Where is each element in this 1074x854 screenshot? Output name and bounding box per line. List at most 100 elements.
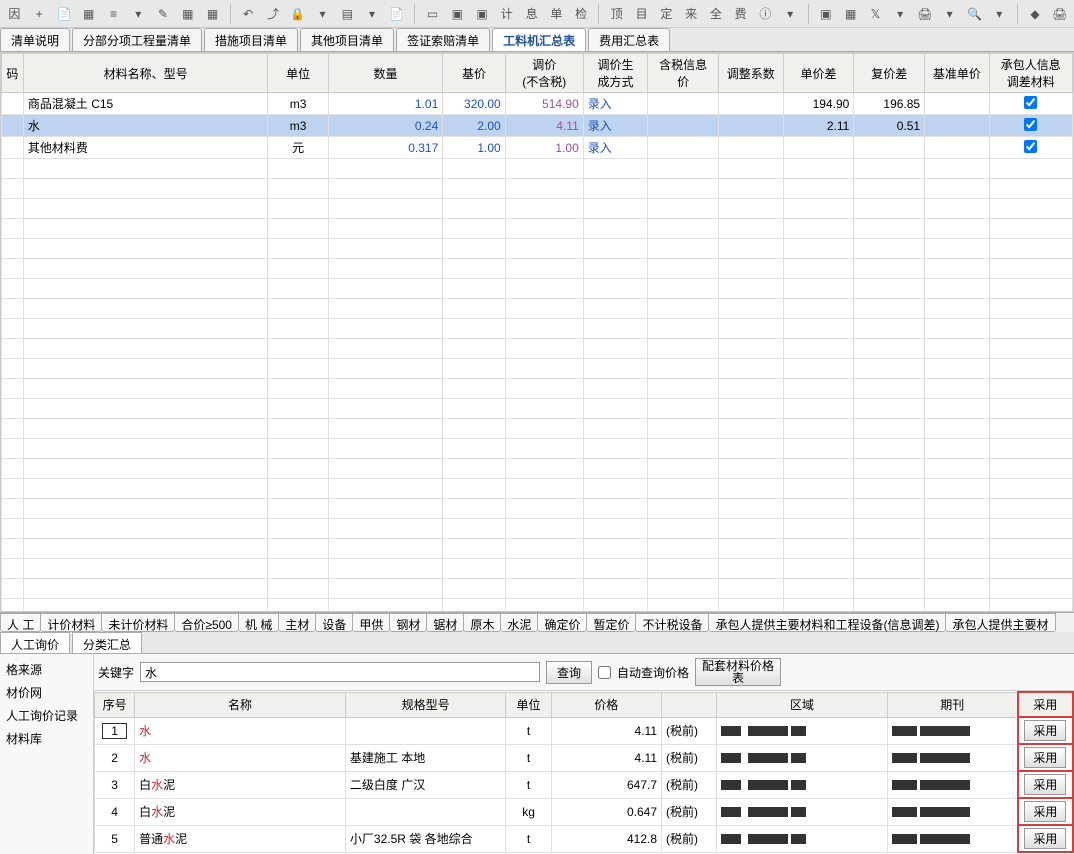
toolbar-icon[interactable]: 因 (4, 3, 25, 25)
toolbar-icon[interactable]: + (29, 3, 50, 25)
toolbar-icon[interactable]: 单 (546, 3, 567, 25)
result-header[interactable]: 序号 (95, 692, 135, 717)
adopt-button[interactable]: 采用 (1024, 801, 1066, 822)
column-header[interactable]: 复价差 (854, 54, 925, 93)
data-row[interactable]: 商品混凝土 C15m31.01320.00514.90录入194.90196.8… (2, 93, 1073, 115)
sub-tab[interactable]: 分类汇总 (72, 632, 142, 653)
result-row[interactable]: 1水t4.11(税前) 采用 (95, 717, 1074, 744)
toolbar-icon[interactable]: ◆ (1025, 3, 1046, 25)
toolbar-icon[interactable]: 全 (705, 3, 726, 25)
toolbar-icon[interactable]: 息 (521, 3, 542, 25)
filter-tab[interactable]: 锯材 (426, 613, 464, 632)
column-header[interactable]: 调价生 成方式 (583, 54, 648, 93)
toolbar-icon[interactable]: ▣ (472, 3, 493, 25)
toolbar-icon[interactable]: 计 (496, 3, 517, 25)
result-grid[interactable]: 序号名称规格型号单位价格区域期刊采用1水t4.11(税前) 采用2水基建施工 本… (94, 690, 1074, 854)
result-row[interactable]: 5普通水泥小厂32.5R 袋 各地综合t412.8(税前) 采用 (95, 825, 1074, 852)
sub-tab[interactable]: 人工询价 (0, 632, 70, 653)
filter-tab[interactable]: 合价≥500 (174, 613, 239, 632)
toolbar-icon[interactable]: 定 (656, 3, 677, 25)
column-header[interactable]: 调整系数 (719, 54, 784, 93)
data-row[interactable]: 水m30.242.004.11录入2.110.51 (2, 115, 1073, 137)
adopt-button[interactable]: 采用 (1024, 747, 1066, 768)
adjust-checkbox[interactable] (989, 137, 1072, 159)
toolbar-icon[interactable]: ✎ (153, 3, 174, 25)
adopt-button[interactable]: 采用 (1024, 720, 1066, 741)
toolbar-icon[interactable]: 费 (730, 3, 751, 25)
toolbar-icon[interactable]: ▭ (422, 3, 443, 25)
result-header[interactable]: 采用 (1018, 692, 1073, 717)
filter-tab[interactable]: 甲供 (352, 613, 390, 632)
tab[interactable]: 工料机汇总表 (492, 28, 586, 51)
column-header[interactable]: 基准单价 (925, 54, 990, 93)
toolbar-icon[interactable]: ▾ (890, 3, 911, 25)
tab[interactable]: 签证索赔清单 (396, 28, 490, 51)
result-row[interactable]: 2水基建施工 本地t4.11(税前) 采用 (95, 744, 1074, 771)
filter-tab[interactable]: 不计税设备 (635, 613, 709, 632)
toolbar-icon[interactable]: ▣ (447, 3, 468, 25)
tab[interactable]: 其他项目清单 (300, 28, 394, 51)
column-header[interactable]: 承包人信息 调差材料 (989, 54, 1072, 93)
toolbar-icon[interactable]: 🖨 (1049, 3, 1070, 25)
result-row[interactable]: 3白水泥二级白度 广汉t647.7(税前) 采用 (95, 771, 1074, 798)
main-data-grid[interactable]: 码材料名称、型号单位数量基价调价 (不含税)调价生 成方式含税信息 价调整系数单… (0, 52, 1074, 612)
adjust-checkbox[interactable] (989, 93, 1072, 115)
column-header[interactable]: 数量 (328, 54, 442, 93)
tab[interactable]: 费用汇总表 (588, 28, 670, 51)
toolbar-icon[interactable]: ▦ (78, 3, 99, 25)
adopt-button[interactable]: 采用 (1024, 828, 1066, 849)
data-row[interactable]: 其他材料费元0.3171.001.00录入 (2, 137, 1073, 159)
filter-tab[interactable]: 承包人提供主要材 (945, 613, 1055, 632)
result-row[interactable]: 4白水泥kg0.647(税前) 采用 (95, 798, 1074, 825)
toolbar-icon[interactable]: ≡ (103, 3, 124, 25)
filter-tab[interactable]: 人 工 (0, 613, 41, 632)
filter-tab[interactable]: 确定价 (537, 613, 587, 632)
result-header[interactable]: 单位 (506, 692, 551, 717)
adopt-button[interactable]: 采用 (1024, 774, 1066, 795)
toolbar-icon[interactable]: 🔍 (964, 3, 985, 25)
filter-tab[interactable]: 主材 (278, 613, 316, 632)
toolbar-icon[interactable]: ▾ (312, 3, 333, 25)
toolbar-icon[interactable]: ⓘ (755, 3, 776, 25)
toolbar-icon[interactable]: 来 (681, 3, 702, 25)
toolbar-icon[interactable]: 检 (571, 3, 592, 25)
toolbar-icon[interactable]: ▾ (780, 3, 801, 25)
toolbar-icon[interactable]: 📄 (386, 3, 407, 25)
toolbar-icon[interactable]: ↶ (238, 3, 259, 25)
toolbar-icon[interactable]: ▣ (815, 3, 836, 25)
result-header[interactable]: 规格型号 (345, 692, 506, 717)
result-header[interactable]: 期刊 (887, 692, 1017, 717)
tab[interactable]: 措施项目清单 (204, 28, 298, 51)
tree-item[interactable]: 材料库 (4, 727, 89, 750)
column-header[interactable]: 材料名称、型号 (23, 54, 268, 93)
toolbar-icon[interactable]: ⤴ (263, 3, 284, 25)
toolbar-icon[interactable]: ▾ (362, 3, 383, 25)
filter-tab[interactable]: 暂定价 (586, 613, 636, 632)
toolbar-icon[interactable]: ▾ (989, 3, 1010, 25)
toolbar-icon[interactable]: ▦ (177, 3, 198, 25)
filter-tab[interactable]: 计价材料 (40, 613, 102, 632)
auto-query-checkbox[interactable] (598, 666, 611, 679)
column-header[interactable]: 调价 (不含税) (505, 54, 583, 93)
result-header[interactable] (662, 692, 717, 717)
toolbar-icon[interactable]: ▦ (202, 3, 223, 25)
tab[interactable]: 清单说明 (0, 28, 70, 51)
toolbar-icon[interactable]: ▤ (337, 3, 358, 25)
filter-tab[interactable]: 水泥 (500, 613, 538, 632)
result-header[interactable]: 价格 (551, 692, 661, 717)
filter-tab[interactable]: 原木 (463, 613, 501, 632)
query-button[interactable]: 查询 (546, 661, 592, 684)
toolbar-icon[interactable]: 𝕏 (865, 3, 886, 25)
tree-item[interactable]: 材价网 (4, 681, 89, 704)
result-header[interactable]: 区域 (717, 692, 888, 717)
toolbar-icon[interactable]: 目 (631, 3, 652, 25)
toolbar-icon[interactable]: ▦ (840, 3, 861, 25)
toolbar-icon[interactable]: ▾ (939, 3, 960, 25)
column-header[interactable]: 含税信息 价 (648, 54, 719, 93)
filter-tab[interactable]: 承包人提供主要材料和工程设备(信息调差) (708, 613, 946, 632)
toolbar-icon[interactable]: 📄 (54, 3, 75, 25)
material-table-button[interactable]: 配套材料价格 表 (695, 658, 781, 686)
adjust-checkbox[interactable] (989, 115, 1072, 137)
toolbar-icon[interactable]: 顶 (606, 3, 627, 25)
toolbar-icon[interactable]: ▾ (128, 3, 149, 25)
